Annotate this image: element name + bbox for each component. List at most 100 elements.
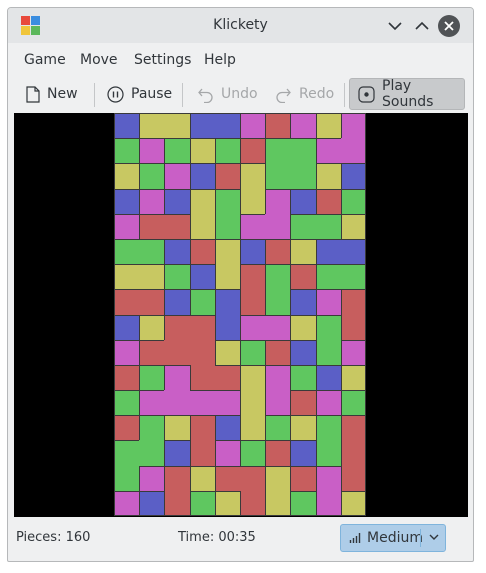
board-cell[interactable] <box>139 163 165 189</box>
board-cell[interactable] <box>265 264 291 290</box>
board-cell[interactable] <box>290 339 316 365</box>
board-cell[interactable] <box>114 238 140 265</box>
board-cell[interactable] <box>290 213 316 239</box>
board-cell[interactable] <box>290 314 316 340</box>
board-cell[interactable] <box>164 465 190 491</box>
board-cell[interactable] <box>114 163 140 189</box>
board-cell[interactable] <box>340 465 366 491</box>
board-cell[interactable] <box>240 163 266 189</box>
close-button[interactable] <box>438 15 460 37</box>
board-cell[interactable] <box>265 138 291 164</box>
difficulty-selector[interactable]: Medium <box>340 524 446 552</box>
board-cell[interactable] <box>315 264 341 290</box>
board-cell[interactable] <box>214 415 240 441</box>
board-cell[interactable] <box>189 314 215 340</box>
board-cell[interactable] <box>189 339 215 365</box>
board-cell[interactable] <box>290 163 316 189</box>
board-cell[interactable] <box>114 490 140 516</box>
board-cell[interactable] <box>240 264 266 290</box>
board-cell[interactable] <box>164 490 190 516</box>
board-cell[interactable] <box>290 390 316 416</box>
board-cell[interactable] <box>164 163 190 189</box>
board-cell[interactable] <box>189 188 215 214</box>
board-cell[interactable] <box>214 465 240 491</box>
board-cell[interactable] <box>265 213 291 239</box>
board-cell[interactable] <box>114 440 140 466</box>
board-cell[interactable] <box>290 289 316 315</box>
board-cell[interactable] <box>315 188 341 214</box>
board-cell[interactable] <box>265 314 291 340</box>
board-cell[interactable] <box>164 188 190 214</box>
board-cell[interactable] <box>164 138 190 164</box>
board-cell[interactable] <box>189 113 215 139</box>
board-cell[interactable] <box>290 364 316 391</box>
board-cell[interactable] <box>189 138 215 164</box>
board-cell[interactable] <box>290 188 316 214</box>
board-cell[interactable] <box>265 440 291 466</box>
board-cell[interactable] <box>340 339 366 365</box>
board-cell[interactable] <box>315 113 341 139</box>
board-cell[interactable] <box>164 238 190 265</box>
title-bar[interactable]: Klickety <box>8 8 473 43</box>
maximize-button[interactable] <box>410 14 434 38</box>
board-cell[interactable] <box>315 465 341 491</box>
board-cell[interactable] <box>265 390 291 416</box>
undo-button[interactable]: Undo <box>197 78 263 110</box>
board-cell[interactable] <box>214 390 240 416</box>
board-cell[interactable] <box>240 188 266 214</box>
board-cell[interactable] <box>139 113 165 139</box>
board-cell[interactable] <box>114 188 140 214</box>
menu-help[interactable]: Help <box>204 52 236 68</box>
board-cell[interactable] <box>290 113 316 139</box>
board-cell[interactable] <box>290 415 316 441</box>
board-cell[interactable] <box>240 415 266 441</box>
menu-move[interactable]: Move <box>80 52 118 68</box>
board-cell[interactable] <box>315 289 341 315</box>
board-cell[interactable] <box>189 163 215 189</box>
board-cell[interactable] <box>240 364 266 391</box>
minimize-button[interactable] <box>383 14 407 38</box>
board-cell[interactable] <box>139 264 165 290</box>
board-cell[interactable] <box>240 213 266 239</box>
board-cell[interactable] <box>340 213 366 239</box>
board-cell[interactable] <box>265 415 291 441</box>
board-cell[interactable] <box>139 440 165 466</box>
board-cell[interactable] <box>315 163 341 189</box>
board-cell[interactable] <box>214 314 240 340</box>
board-cell[interactable] <box>114 415 140 441</box>
board-cell[interactable] <box>139 213 165 239</box>
board-cell[interactable] <box>340 289 366 315</box>
board-cell[interactable] <box>315 213 341 239</box>
pause-button[interactable]: Pause <box>107 78 175 110</box>
board-cell[interactable] <box>114 465 140 491</box>
redo-button[interactable]: Redo <box>275 78 335 110</box>
board-cell[interactable] <box>139 238 165 265</box>
board-cell[interactable] <box>340 415 366 441</box>
menu-settings[interactable]: Settings <box>134 52 191 68</box>
board-cell[interactable] <box>139 138 165 164</box>
board-cell[interactable] <box>114 314 140 340</box>
board-cell[interactable] <box>265 465 291 491</box>
board-cell[interactable] <box>139 188 165 214</box>
board-cell[interactable] <box>265 490 291 516</box>
board-cell[interactable] <box>265 163 291 189</box>
board-cell[interactable] <box>164 339 190 365</box>
board-cell[interactable] <box>290 465 316 491</box>
board-cell[interactable] <box>214 213 240 239</box>
board-cell[interactable] <box>139 289 165 315</box>
board-cell[interactable] <box>240 390 266 416</box>
board-cell[interactable] <box>164 289 190 315</box>
board-cell[interactable] <box>139 465 165 491</box>
board-cell[interactable] <box>290 238 316 265</box>
board-cell[interactable] <box>164 364 190 391</box>
board-cell[interactable] <box>340 163 366 189</box>
board-cell[interactable] <box>265 238 291 265</box>
board-cell[interactable] <box>164 415 190 441</box>
board-cell[interactable] <box>340 238 366 265</box>
board-cell[interactable] <box>189 213 215 239</box>
board-cell[interactable] <box>315 415 341 441</box>
menu-game[interactable]: Game <box>24 52 66 68</box>
board-cell[interactable] <box>315 390 341 416</box>
board-cell[interactable] <box>139 364 165 391</box>
board-cell[interactable] <box>114 264 140 290</box>
